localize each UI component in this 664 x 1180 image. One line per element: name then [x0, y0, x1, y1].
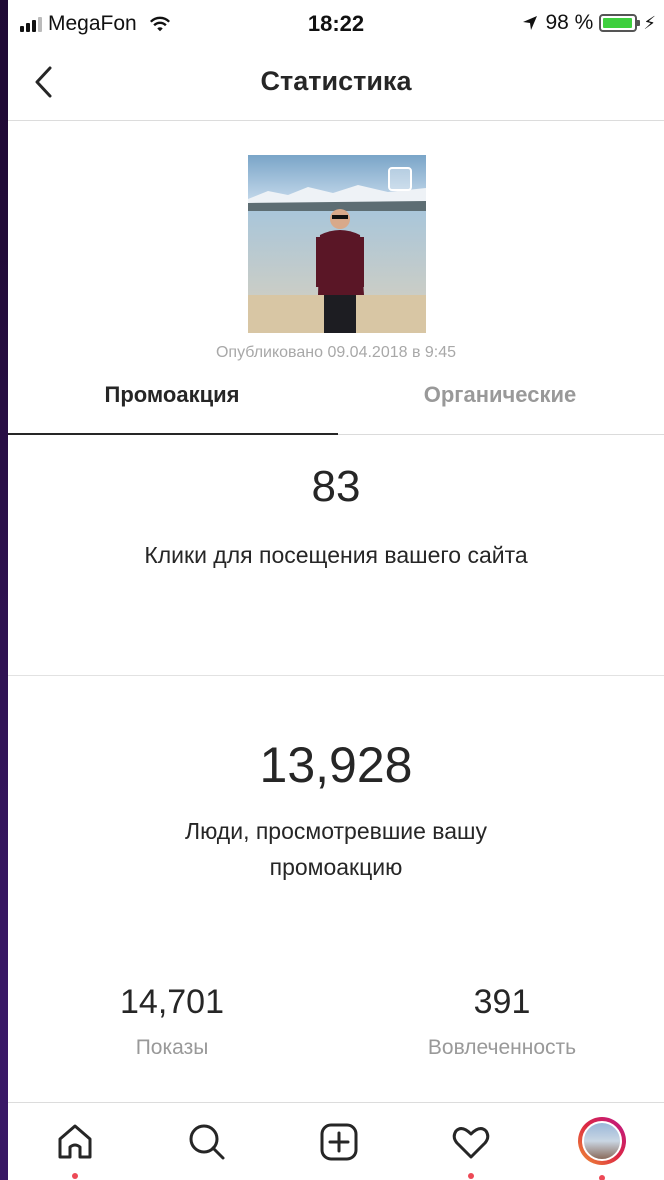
status-bar: MegaFon 18:22 98 % ⚡ — [8, 0, 664, 48]
reach-value: 13,928 — [259, 737, 413, 793]
activity-tab[interactable] — [446, 1117, 496, 1179]
tab-organic[interactable]: Органические — [336, 372, 664, 434]
home-icon — [58, 1124, 92, 1159]
notification-dot — [72, 1173, 78, 1179]
home-tab[interactable] — [50, 1117, 100, 1179]
reach-label: Люди, просмотревшие вашу промоакцию — [184, 818, 488, 880]
profile-avatar — [578, 1117, 626, 1165]
battery-icon — [599, 14, 641, 32]
impressions-label: Показы — [135, 1036, 209, 1059]
battery-percent: 98 % — [545, 11, 594, 34]
engagement-value: 391 — [473, 983, 531, 1021]
add-icon — [320, 1123, 358, 1161]
search-tab[interactable] — [182, 1117, 232, 1167]
nav-header: Статистика — [8, 48, 664, 121]
section-divider — [8, 675, 664, 676]
stats-tabs: Промоакция Органические — [8, 372, 664, 435]
published-date: Опубликовано 09.04.2018 в 9:45 — [215, 344, 457, 361]
notification-dot — [599, 1175, 605, 1180]
clicks-value: 83 — [311, 462, 361, 511]
clicks-label: Клики для посещения вашего сайта — [144, 542, 528, 568]
search-icon — [189, 1124, 225, 1160]
profile-tab[interactable] — [578, 1117, 628, 1180]
location-arrow-icon — [523, 16, 538, 30]
bottom-tab-bar — [8, 1102, 664, 1180]
post-thumbnail[interactable] — [248, 155, 426, 333]
add-post-tab[interactable] — [314, 1117, 364, 1167]
background-frame: MegaFon 18:22 98 % ⚡ Статистика Опублико… — [0, 0, 664, 1180]
status-right: 98 % ⚡ — [521, 11, 656, 35]
notification-dot — [468, 1173, 474, 1179]
heart-icon — [452, 1127, 490, 1159]
select-checkbox[interactable] — [388, 167, 412, 191]
phone-screen: MegaFon 18:22 98 % ⚡ Статистика Опублико… — [8, 0, 664, 1180]
charging-bolt-icon: ⚡ — [643, 12, 656, 33]
tab-promotion[interactable]: Промоакция — [8, 372, 336, 434]
page-title: Статистика — [260, 66, 412, 96]
impressions-value: 14,701 — [120, 983, 224, 1021]
battery-fill — [603, 18, 633, 28]
active-tab-indicator — [8, 433, 338, 435]
engagement-label: Вовлеченность — [427, 1036, 577, 1059]
